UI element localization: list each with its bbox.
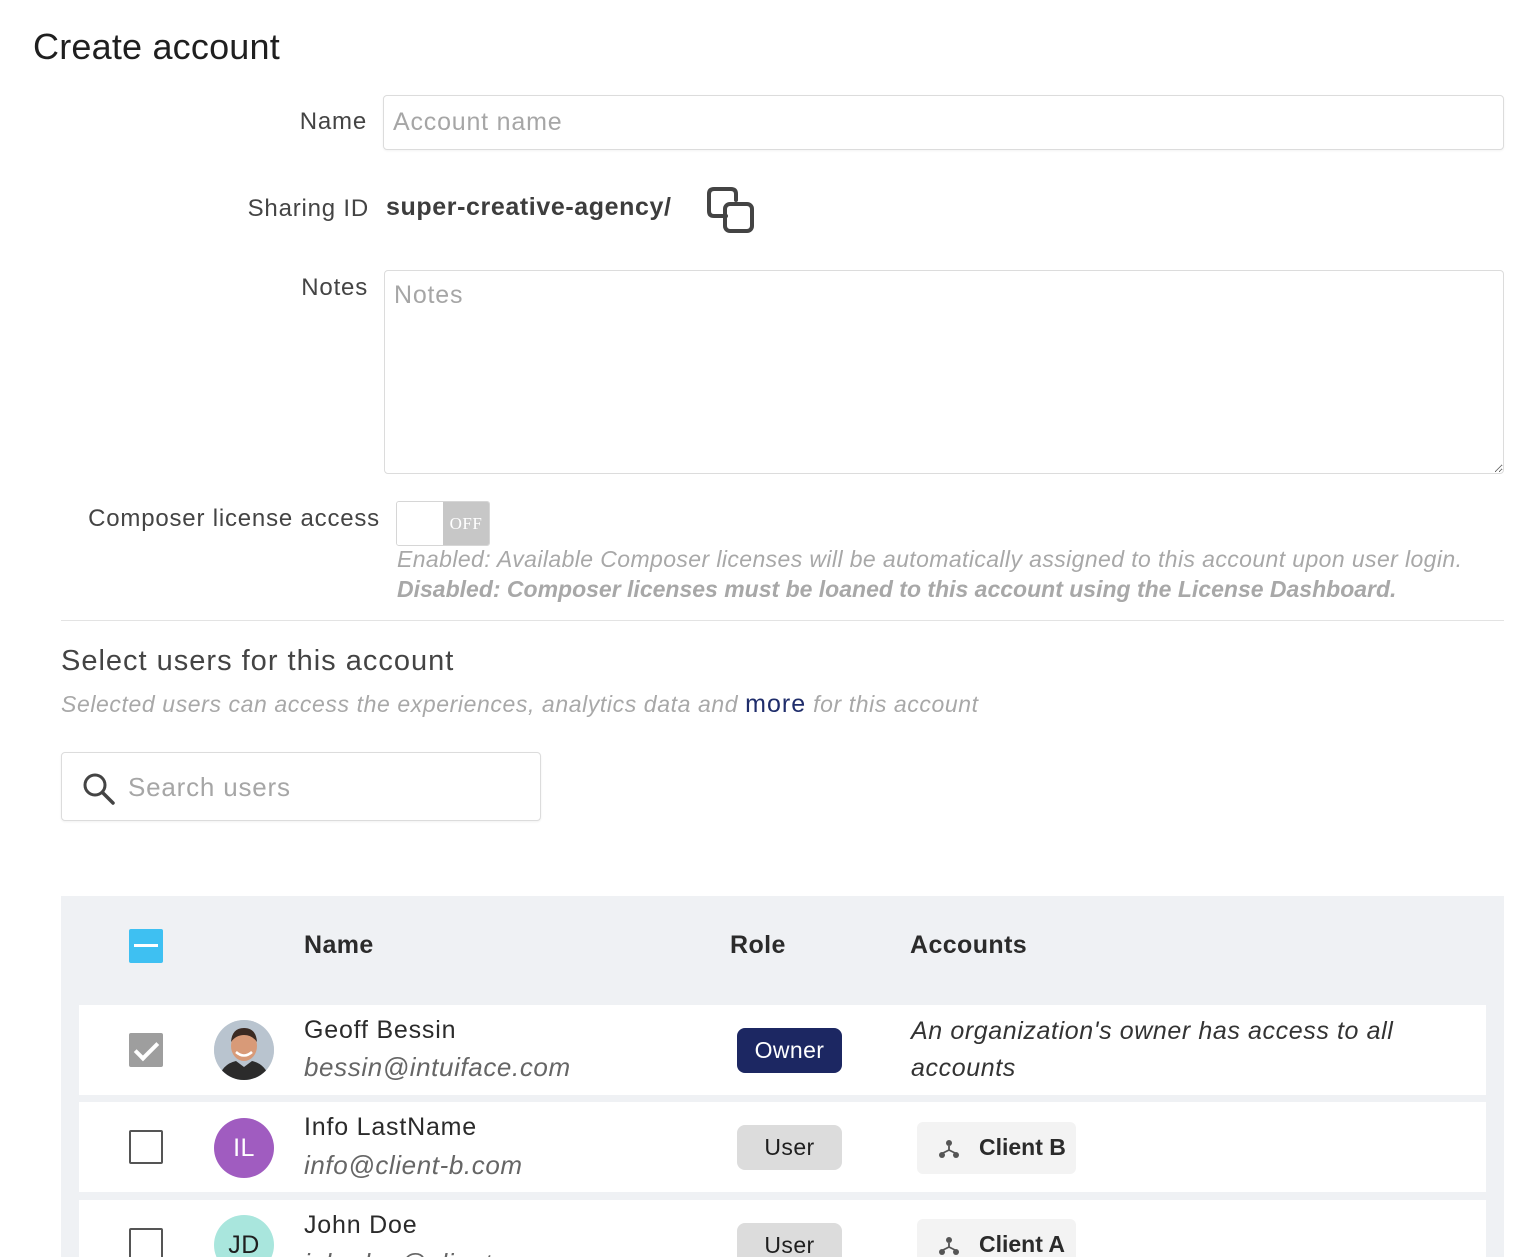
user-name: Geoff Bessin: [304, 1016, 457, 1044]
user-email: info@client-b.com: [304, 1150, 523, 1180]
more-link[interactable]: more: [745, 690, 806, 718]
copy-icon: [707, 187, 754, 233]
hierarchy-icon: [939, 1140, 959, 1158]
search-users-input[interactable]: [128, 763, 528, 811]
page-title: Create account: [33, 26, 280, 67]
search-users-box[interactable]: [61, 752, 541, 821]
notes-label: Notes: [301, 274, 368, 301]
toggle-knob: [397, 502, 444, 545]
avatar: [214, 1020, 274, 1080]
toggle-state-label: OFF: [443, 502, 489, 545]
desc-text-after: for this account: [806, 691, 979, 717]
search-icon: [83, 773, 115, 805]
composer-license-toggle[interactable]: OFF: [396, 501, 490, 546]
column-header-accounts[interactable]: Accounts: [910, 931, 1027, 960]
avatar: JD: [214, 1215, 274, 1257]
column-header-name[interactable]: Name: [304, 931, 374, 960]
sharing-id-value: super-creative-agency/: [386, 193, 672, 221]
user-email: bessin@intuiface.com: [304, 1052, 571, 1082]
composer-hint-disabled: Disabled: Composer licenses must be loan…: [397, 576, 1397, 602]
sharing-id-label: Sharing ID: [247, 195, 369, 222]
owner-accounts-note: An organization's owner has access to al…: [911, 1017, 1394, 1082]
user-email: johndoe@client-a.com: [304, 1248, 575, 1257]
avatar: IL: [214, 1118, 274, 1178]
table-row[interactable]: JD John Doe johndoe@client-a.com User Cl…: [79, 1200, 1486, 1257]
users-section-title: Select users for this account: [61, 645, 455, 677]
users-table: Name Role Accounts Geoff Bessin bessin@i…: [61, 896, 1504, 1257]
role-badge: User: [737, 1125, 842, 1170]
table-row[interactable]: Geoff Bessin bessin@intuiface.com Owner …: [79, 1005, 1486, 1095]
composer-license-label: Composer license access: [88, 505, 380, 532]
row-checkbox[interactable]: [129, 1130, 163, 1164]
composer-hint-enabled: Enabled: Available Composer licenses wil…: [397, 546, 1463, 572]
role-badge: Owner: [737, 1028, 842, 1073]
account-chip[interactable]: Client A: [917, 1219, 1076, 1257]
role-badge: User: [737, 1223, 842, 1257]
account-chip-label: Client A: [979, 1231, 1066, 1257]
row-checkbox[interactable]: [129, 1033, 163, 1067]
user-name: Info LastName: [304, 1113, 477, 1141]
section-divider: [61, 620, 1504, 621]
table-row[interactable]: IL Info LastName info@client-b.com User …: [79, 1102, 1486, 1192]
row-checkbox[interactable]: [129, 1228, 163, 1257]
user-photo-icon: [214, 1020, 274, 1080]
users-section-description: Selected users can access the experience…: [61, 690, 979, 719]
select-all-checkbox[interactable]: [129, 929, 163, 963]
name-label: Name: [299, 108, 367, 135]
desc-text-before: Selected users can access the experience…: [61, 691, 746, 717]
user-name: John Doe: [304, 1211, 418, 1239]
hierarchy-icon: [939, 1237, 959, 1255]
account-chip-label: Client B: [979, 1134, 1066, 1160]
notes-textarea[interactable]: [384, 270, 1504, 474]
account-name-input[interactable]: [383, 95, 1504, 150]
copy-sharing-id-button[interactable]: [704, 184, 758, 238]
column-header-role[interactable]: Role: [730, 931, 786, 960]
account-chip[interactable]: Client B: [917, 1122, 1076, 1174]
